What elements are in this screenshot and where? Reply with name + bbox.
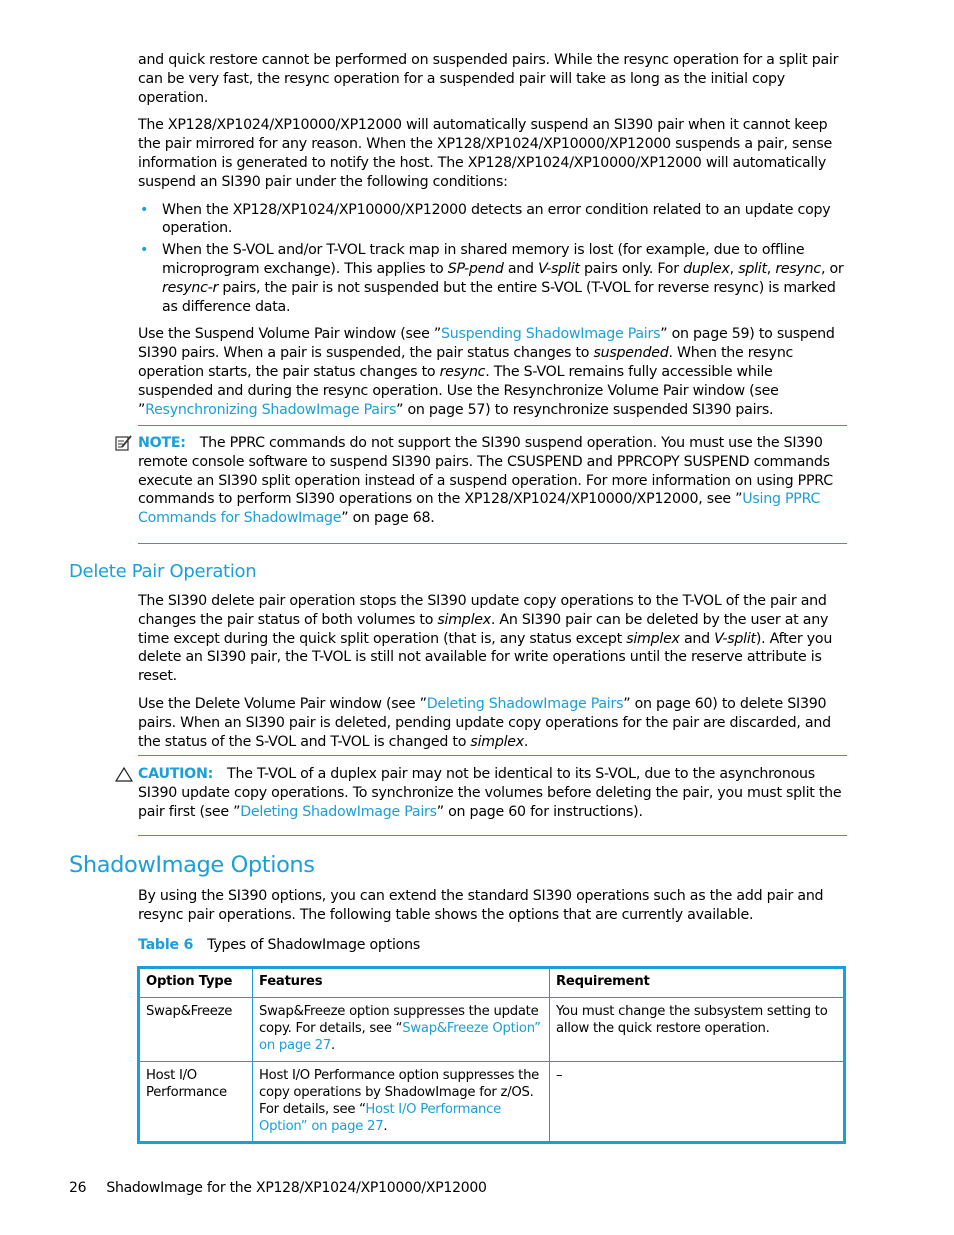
cell-option: Host I/O Performance xyxy=(138,1060,253,1144)
caution-top-divider xyxy=(138,755,847,756)
bullet-icon: • xyxy=(140,201,149,218)
footer-title: ShadowImage for the XP128/XP1024/XP10000… xyxy=(106,1180,487,1196)
cell-features: Swap&Freeze option suppresses the update… xyxy=(252,997,550,1062)
options-body: By using the SI390 options, you can exte… xyxy=(138,887,848,934)
link-suspending-pairs[interactable]: Suspending ShadowImage Pairs xyxy=(441,326,661,342)
note-bottom-divider xyxy=(138,543,847,544)
caution-box: CAUTION: The T-VOL of a duplex pair may n… xyxy=(114,765,848,821)
list-item: • When the XP128/XP1024/XP10000/XP12000 … xyxy=(140,201,831,237)
paragraph: The XP128/XP1024/XP10000/XP12000 will au… xyxy=(138,117,833,190)
table-header-row: Option Type Features Requirement xyxy=(138,967,845,998)
note-top-divider xyxy=(138,425,847,426)
cell-requirement: You must change the subsystem setting to… xyxy=(549,997,845,1062)
bullet-icon: • xyxy=(140,242,149,259)
column-header: Requirement xyxy=(549,967,845,998)
table-row: Host I/O Performance Host I/O Performanc… xyxy=(138,1060,845,1144)
list-item: • When the S-VOL and/or T-VOL track map … xyxy=(140,242,844,315)
paragraph: The SI390 delete pair operation stops th… xyxy=(138,593,833,685)
note-icon xyxy=(115,435,132,451)
document-page: and quick restore cannot be performed on… xyxy=(0,0,954,1235)
column-header: Option Type xyxy=(138,967,253,998)
section-heading-delete-pair: Delete Pair Operation xyxy=(69,561,257,582)
link-resynchronizing-pairs[interactable]: Resynchronizing ShadowImage Pairs xyxy=(145,402,396,418)
table-number: Table 6 xyxy=(138,937,194,953)
link-deleting-pairs-caution[interactable]: Deleting ShadowImage Pairs xyxy=(240,804,437,820)
cell-option: Swap&Freeze xyxy=(138,997,253,1062)
options-table: Option Type Features Requirement Swap&Fr… xyxy=(137,966,846,1145)
paragraph: and quick restore cannot be performed on… xyxy=(138,52,839,106)
condition-list: • When the XP128/XP1024/XP10000/XP12000 … xyxy=(138,201,848,317)
table-title: Types of ShadowImage options xyxy=(207,937,420,953)
caution-label: CAUTION: xyxy=(138,766,214,782)
cell-features: Host I/O Performance option suppresses t… xyxy=(252,1060,550,1144)
top-body: and quick restore cannot be performed on… xyxy=(138,51,848,428)
note-label: NOTE: xyxy=(138,435,186,451)
table-row: Swap&Freeze Swap&Freeze option suppresse… xyxy=(138,997,845,1062)
caution-triangle-icon xyxy=(114,766,134,782)
link-deleting-pairs[interactable]: Deleting ShadowImage Pairs xyxy=(427,696,624,712)
paragraph: By using the SI390 options, you can exte… xyxy=(138,888,824,923)
note-box: NOTE: The PPRC commands do not support th… xyxy=(115,434,848,528)
section-heading-options: ShadowImage Options xyxy=(69,852,315,878)
delete-body: The SI390 delete pair operation stops th… xyxy=(138,592,848,760)
cell-requirement: – xyxy=(549,1060,845,1144)
caution-bottom-divider xyxy=(138,835,847,836)
page-footer: 26 ShadowImage for the XP128/XP1024/XP100… xyxy=(69,1180,487,1196)
table-caption: Table 6 Types of ShadowImage options xyxy=(138,937,420,953)
paragraph: Use the Delete Volume Pair window (see ”… xyxy=(138,695,831,750)
paragraph: Use the Suspend Volume Pair window (see … xyxy=(138,326,835,418)
column-header: Features xyxy=(252,967,550,998)
page-number: 26 xyxy=(69,1180,87,1196)
